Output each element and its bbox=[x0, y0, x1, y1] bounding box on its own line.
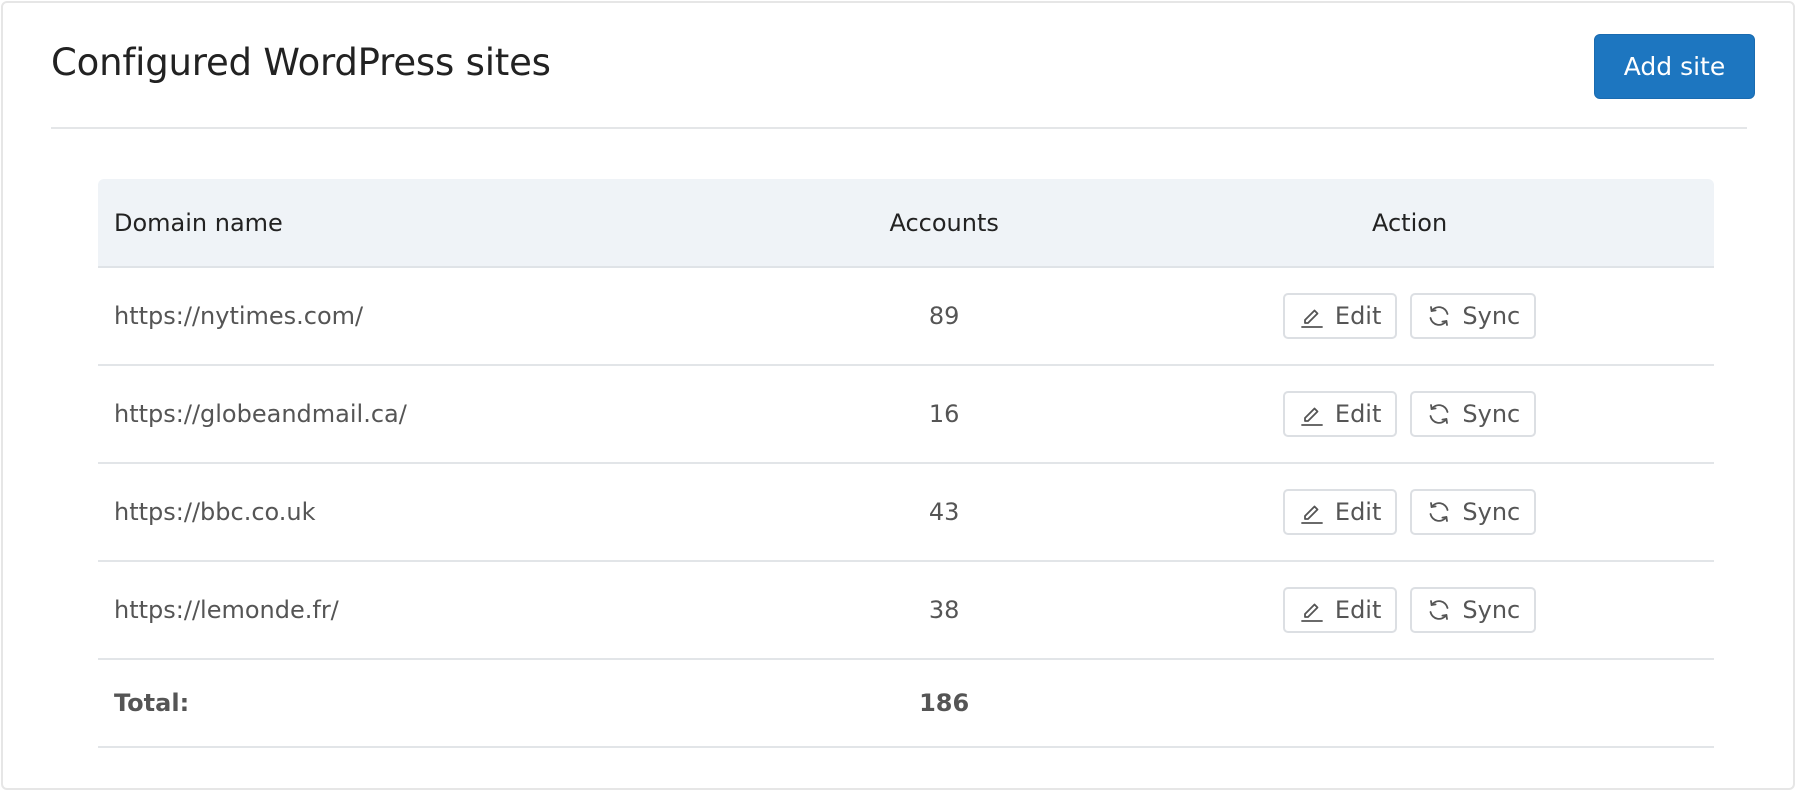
domain-cell: https://nytimes.com/ bbox=[98, 267, 784, 366]
accounts-cell: 89 bbox=[783, 267, 1106, 366]
add-site-button[interactable]: Add site bbox=[1594, 34, 1755, 99]
table-row: https://nytimes.com/ 89 Edit Sync bbox=[98, 267, 1714, 366]
sync-label: Sync bbox=[1462, 302, 1521, 330]
accounts-cell: 43 bbox=[783, 463, 1106, 562]
sync-label: Sync bbox=[1462, 498, 1521, 526]
total-value: 186 bbox=[783, 659, 1106, 748]
domain-cell: https://globeandmail.ca/ bbox=[98, 365, 784, 464]
pencil-icon bbox=[1299, 303, 1325, 329]
sync-label: Sync bbox=[1462, 400, 1521, 428]
column-header-accounts[interactable]: Accounts bbox=[783, 179, 1106, 268]
edit-label: Edit bbox=[1334, 400, 1382, 428]
sync-button[interactable]: Sync bbox=[1410, 489, 1537, 535]
accounts-cell: 16 bbox=[783, 365, 1106, 464]
sync-icon bbox=[1426, 401, 1452, 427]
edit-button[interactable]: Edit bbox=[1282, 293, 1398, 339]
domain-cell: https://bbc.co.uk bbox=[98, 463, 784, 562]
sync-icon bbox=[1426, 303, 1452, 329]
sync-button[interactable]: Sync bbox=[1410, 293, 1537, 339]
total-row: Total: 186 bbox=[98, 659, 1714, 748]
edit-button[interactable]: Edit bbox=[1282, 587, 1398, 633]
action-cell: Edit Sync bbox=[1105, 561, 1714, 660]
pencil-icon bbox=[1299, 401, 1325, 427]
column-header-domain[interactable]: Domain name bbox=[98, 179, 784, 268]
sites-table: Domain name Accounts Action https://nyti… bbox=[98, 179, 1714, 748]
edit-label: Edit bbox=[1334, 498, 1382, 526]
sync-icon bbox=[1426, 597, 1452, 623]
action-cell: Edit Sync bbox=[1105, 267, 1714, 366]
table-row: https://bbc.co.uk 43 Edit Sync bbox=[98, 463, 1714, 562]
edit-button[interactable]: Edit bbox=[1282, 391, 1398, 437]
sync-label: Sync bbox=[1462, 596, 1521, 624]
pencil-icon bbox=[1299, 499, 1325, 525]
action-cell: Edit Sync bbox=[1105, 463, 1714, 562]
table-header-row: Domain name Accounts Action bbox=[98, 179, 1714, 268]
total-action-cell bbox=[1105, 659, 1714, 748]
sync-button[interactable]: Sync bbox=[1410, 587, 1537, 633]
total-label: Total: bbox=[98, 659, 784, 748]
table-row: https://lemonde.fr/ 38 Edit Sync bbox=[98, 561, 1714, 660]
action-cell: Edit Sync bbox=[1105, 365, 1714, 464]
edit-label: Edit bbox=[1334, 302, 1382, 330]
pencil-icon bbox=[1299, 597, 1325, 623]
edit-label: Edit bbox=[1334, 596, 1382, 624]
domain-cell: https://lemonde.fr/ bbox=[98, 561, 784, 660]
sync-icon bbox=[1426, 499, 1452, 525]
accounts-cell: 38 bbox=[783, 561, 1106, 660]
page-title: Configured WordPress sites bbox=[51, 41, 551, 84]
sites-panel: Configured WordPress sites Add site Doma… bbox=[1, 1, 1795, 790]
table-row: https://globeandmail.ca/ 16 Edit Sync bbox=[98, 365, 1714, 464]
sync-button[interactable]: Sync bbox=[1410, 391, 1537, 437]
column-header-action: Action bbox=[1105, 179, 1714, 268]
edit-button[interactable]: Edit bbox=[1282, 489, 1398, 535]
